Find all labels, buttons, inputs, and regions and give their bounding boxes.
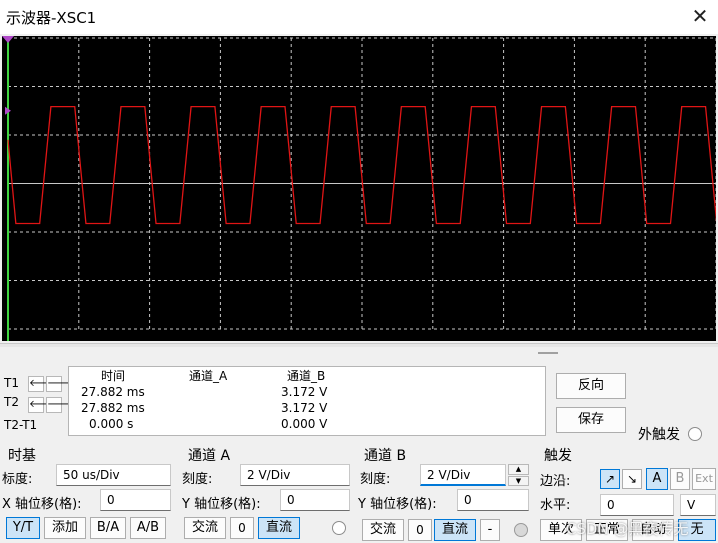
- channel-b-ac-button[interactable]: 交流: [362, 519, 404, 541]
- header-channel-b: 通道_B: [287, 369, 326, 383]
- row1-channel-b: 3.172 V: [281, 385, 328, 399]
- save-button[interactable]: 保存: [556, 407, 626, 433]
- trigger-title: 触发: [544, 448, 572, 464]
- t2-right-arrow-icon[interactable]: 🡒: [46, 397, 74, 413]
- channel-b-terminal-icon[interactable]: [514, 523, 528, 537]
- trigger-source-a-button[interactable]: A: [646, 468, 668, 490]
- channel-b-ypos-label: Y 轴位移(格):: [358, 497, 437, 512]
- measurement-readout: 时间 通道_A 通道_B 27.882 ms 3.172 V 27.882 ms…: [68, 366, 546, 436]
- watermark: CSDN @黑夜传无: [566, 520, 689, 538]
- oscilloscope-screen: [2, 36, 716, 341]
- ext-trigger-label: 外触发: [638, 427, 680, 443]
- channel-b-scale-label: 刻度:: [360, 472, 391, 487]
- header-time: 时间: [101, 369, 126, 383]
- trigger-level-field[interactable]: 0: [600, 494, 674, 516]
- t1-left-arrow-icon[interactable]: 🡐: [28, 376, 56, 392]
- window-title: 示波器-XSC1: [6, 9, 97, 27]
- t1-right-arrow-icon[interactable]: 🡒: [46, 376, 74, 392]
- trigger-level-unit[interactable]: V: [680, 494, 716, 516]
- channel-a-dc-button[interactable]: 直流: [258, 517, 300, 539]
- yt-mode-button[interactable]: Y/T: [6, 517, 40, 539]
- channel-b-title: 通道 B: [364, 448, 407, 464]
- channel-a-zero-button[interactable]: 0: [230, 517, 254, 539]
- timebase-xpos-label: X 轴位移(格):: [2, 497, 82, 512]
- splitter[interactable]: [0, 343, 718, 347]
- channel-a-terminal-icon[interactable]: [332, 521, 346, 535]
- t2-t1-label: T2-T1: [4, 418, 38, 432]
- oscilloscope-display: [2, 36, 716, 341]
- ba-mode-button[interactable]: B/A: [90, 517, 126, 539]
- channel-a-scale-field[interactable]: 2 V/Div: [240, 464, 350, 486]
- trigger-edge-label: 边沿:: [540, 474, 571, 489]
- channel-b-minus-button[interactable]: -: [480, 519, 500, 541]
- reverse-button[interactable]: 反向: [556, 373, 626, 399]
- timebase-xpos-field[interactable]: 0: [100, 489, 171, 511]
- splitter-grip-icon[interactable]: [538, 352, 558, 354]
- channel-b-dc-button[interactable]: 直流: [434, 519, 476, 541]
- trigger-source-b-button[interactable]: B: [670, 468, 690, 490]
- spin-down-icon[interactable]: ▼: [508, 476, 529, 486]
- channel-a-ypos-field[interactable]: 0: [280, 489, 350, 511]
- channel-a-scale-label: 刻度:: [182, 472, 213, 487]
- channel-b-scale-field[interactable]: 2 V/Div: [420, 464, 506, 486]
- cursor-t1-marker-icon: [2, 36, 14, 43]
- rising-edge-icon[interactable]: ↗: [600, 469, 620, 489]
- channel-a-ypos-label: Y 轴位移(格):: [182, 497, 261, 512]
- falling-edge-icon[interactable]: ↘: [622, 469, 642, 489]
- row1-time: 27.882 ms: [81, 385, 145, 399]
- trigger-level-label: 水平:: [540, 498, 571, 513]
- t1-label: T1: [4, 376, 19, 390]
- channel-a-title: 通道 A: [188, 448, 231, 464]
- title-bar: 示波器-XSC1 ✕: [0, 0, 718, 34]
- channel-a-ac-button[interactable]: 交流: [184, 517, 226, 539]
- timebase-title: 时基: [8, 448, 36, 464]
- spin-up-icon[interactable]: ▲: [508, 464, 529, 475]
- t2-left-arrow-icon[interactable]: 🡐: [28, 397, 56, 413]
- timebase-scale-field[interactable]: 50 us/Div: [56, 464, 171, 486]
- add-mode-button[interactable]: 添加: [44, 517, 86, 539]
- timebase-scale-label: 标度:: [2, 472, 33, 487]
- row2-channel-b: 3.172 V: [281, 401, 328, 415]
- t2-label: T2: [4, 395, 19, 409]
- channel-b-zero-button[interactable]: 0: [408, 519, 432, 541]
- row3-time: 0.000 s: [89, 417, 134, 431]
- trigger-source-ext-button[interactable]: Ext: [692, 468, 716, 490]
- channel-b-ypos-field[interactable]: 0: [457, 489, 529, 511]
- close-icon[interactable]: ✕: [688, 2, 712, 30]
- ab-mode-button[interactable]: A/B: [130, 517, 166, 539]
- row2-time: 27.882 ms: [81, 401, 145, 415]
- header-channel-a: 通道_A: [189, 369, 228, 383]
- ext-trigger-terminal-icon[interactable]: [688, 427, 702, 441]
- row3-channel-b: 0.000 V: [281, 417, 328, 431]
